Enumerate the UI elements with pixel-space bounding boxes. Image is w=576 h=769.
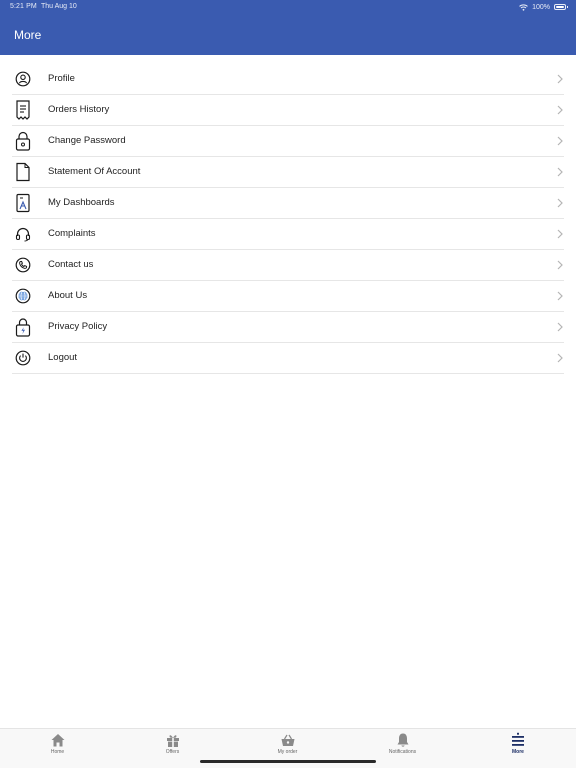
menu-item-label: Change Password [48, 135, 126, 146]
battery-percent: 100% [532, 3, 550, 11]
power-icon [15, 349, 31, 367]
gift-icon [166, 735, 179, 747]
menu-icon [512, 732, 524, 746]
home-indicator[interactable] [200, 760, 376, 763]
menu-item-label: Privacy Policy [48, 321, 108, 332]
battery-level [556, 6, 564, 8]
bell-icon [397, 733, 408, 747]
status-date: Thu Aug 10 [41, 3, 77, 10]
lock-icon [15, 131, 31, 151]
phone-icon [15, 256, 31, 274]
tab-label: Offers [165, 749, 180, 755]
wifi-icon [519, 3, 528, 11]
chevron-right-icon [557, 291, 563, 301]
chevron-right-icon [557, 198, 563, 208]
chevron-right-icon [557, 167, 563, 177]
chevron-right-icon [557, 74, 563, 84]
menu-item-logout[interactable]: Logout [12, 343, 564, 374]
tab-offers[interactable]: Offers [115, 729, 230, 769]
tab-label: Notifications [388, 749, 417, 755]
menu-item-label: Complaints [48, 228, 96, 239]
tab-home[interactable]: Home [0, 729, 115, 769]
dashboard-icon [15, 193, 31, 213]
top-bar: 5:21 PM Thu Aug 10 100% More [0, 0, 576, 55]
menu-item-label: Logout [48, 352, 78, 363]
battery-icon [554, 4, 568, 10]
profile-icon [15, 70, 31, 88]
menu-item-orders-history[interactable]: Orders History [12, 95, 564, 126]
more-menu: Profile Orders History Change Password S… [0, 64, 576, 374]
chevron-right-icon [557, 105, 563, 115]
receipt-icon [15, 100, 31, 120]
basket-icon [281, 734, 294, 746]
tab-label: More [512, 749, 524, 755]
tab-notifications[interactable]: Notifications [345, 729, 460, 769]
tab-more[interactable]: More [460, 729, 576, 769]
menu-item-complaints[interactable]: Complaints [12, 219, 564, 250]
menu-item-my-dashboards[interactable]: My Dashboards [12, 188, 564, 219]
menu-item-label: Statement Of Account [48, 166, 141, 177]
tab-label: My order [277, 749, 298, 755]
menu-item-about-us[interactable]: About Us [12, 281, 564, 312]
home-icon [51, 734, 64, 747]
chevron-right-icon [557, 322, 563, 332]
menu-item-privacy-policy[interactable]: Privacy Policy [12, 312, 564, 343]
tab-label: Home [50, 749, 65, 755]
status-time: 5:21 PM [10, 3, 37, 10]
menu-item-label: About Us [48, 290, 88, 301]
menu-item-contact-us[interactable]: Contact us [12, 250, 564, 281]
menu-item-label: Orders History [48, 104, 110, 115]
chevron-right-icon [557, 353, 563, 363]
chevron-right-icon [557, 136, 563, 146]
headset-icon [15, 225, 31, 243]
globe-icon [15, 287, 31, 305]
menu-item-profile[interactable]: Profile [12, 64, 564, 95]
menu-item-label: My Dashboards [48, 197, 115, 208]
menu-item-label: Profile [48, 73, 75, 84]
chevron-right-icon [557, 229, 563, 239]
status-indicators: 100% [519, 2, 568, 12]
tab-my-order[interactable]: My order [230, 729, 345, 769]
document-icon [15, 162, 31, 182]
menu-item-label: Contact us [48, 259, 94, 270]
shield-lock-icon [15, 318, 31, 337]
chevron-right-icon [557, 260, 563, 270]
menu-item-change-password[interactable]: Change Password [12, 126, 564, 157]
page-title: More [14, 28, 42, 42]
menu-item-statement-of-account[interactable]: Statement Of Account [12, 157, 564, 188]
